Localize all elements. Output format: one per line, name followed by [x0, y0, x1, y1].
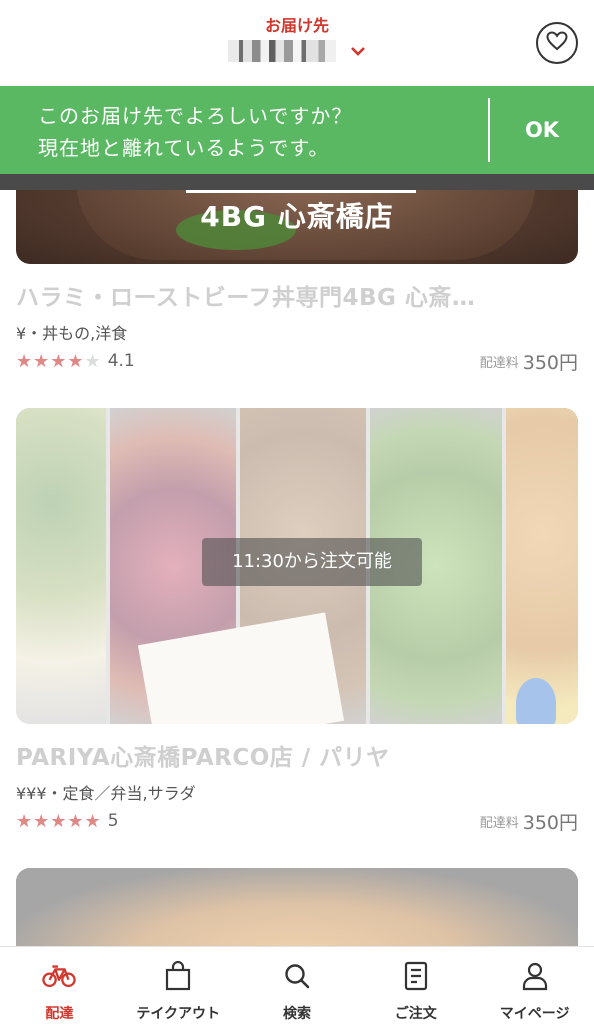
- delivery-fee: 配達料 350円: [479, 809, 578, 834]
- restaurant-category: ¥¥¥・定食／弁当,サラダ: [16, 784, 196, 803]
- address-redacted: [228, 40, 337, 62]
- banner-line-2: 現在地と離れているようです。: [38, 136, 330, 160]
- chevron-down-icon: [350, 42, 366, 61]
- restaurant-category: ¥・丼もの,洋食: [16, 324, 128, 343]
- delivery-fee-price: 350円: [522, 351, 578, 374]
- delivery-fee-label: 配達料: [479, 815, 519, 831]
- nav-search[interactable]: 検索: [238, 947, 357, 1024]
- restaurant-feed[interactable]: 4BG 心斎橋店 ハラミ・ローストビーフ丼専門4BG 心斎… ¥・丼もの,洋食 …: [0, 190, 594, 946]
- ok-button[interactable]: OK: [490, 86, 594, 174]
- rating: ★★★★★ 4.1: [16, 349, 135, 373]
- address-confirm-banner: このお届け先でよろしいですか？ 現在地と離れているようです。 OK: [0, 86, 594, 174]
- nav-delivery[interactable]: 配達: [0, 947, 119, 1024]
- search-icon: [280, 959, 314, 993]
- banner-line-1: このお届け先でよろしいですか？: [38, 104, 353, 128]
- restaurant-image[interactable]: [16, 868, 578, 946]
- bicycle-icon: [42, 959, 77, 993]
- banner-message: このお届け先でよろしいですか？ 現在地と離れているようです。: [38, 100, 352, 164]
- nav-takeout[interactable]: テイクアウト: [119, 947, 238, 1024]
- receipt-icon: [399, 959, 433, 993]
- banner-shadow: [0, 174, 594, 190]
- nav-label: テイクアウト: [136, 1006, 221, 1022]
- delivery-fee-price: 350円: [522, 811, 578, 834]
- nav-label: 配達: [45, 1006, 74, 1022]
- nav-mypage[interactable]: マイページ: [475, 947, 594, 1024]
- header: お届け先: [0, 0, 594, 86]
- delivery-address-label: お届け先: [264, 16, 329, 35]
- restaurant-name[interactable]: PARIYA心斎橋PARCO店 / パリヤ: [16, 738, 576, 772]
- nav-orders[interactable]: ご注文: [356, 947, 475, 1024]
- favorites-button[interactable]: [536, 22, 578, 64]
- restaurant-image[interactable]: 11:30から注文可能: [16, 408, 578, 724]
- bottom-navigation: 配達 テイクアウト 検索 ご注文 マイページ: [0, 946, 594, 1024]
- image-overlay: [16, 868, 578, 946]
- heart-icon: [546, 31, 568, 55]
- image-sign-text: 4BG 心斎橋店: [200, 200, 394, 233]
- restaurant-image[interactable]: 4BG 心斎橋店: [16, 190, 578, 264]
- order-available-badge: 11:30から注文可能: [202, 538, 422, 586]
- rating-value: 5: [107, 811, 119, 831]
- star-rating-icon: ★★★★★: [16, 350, 102, 372]
- nav-label: 検索: [282, 1006, 311, 1022]
- delivery-fee: 配達料 350円: [479, 349, 578, 374]
- sign-line: [186, 190, 416, 193]
- delivery-address-selector[interactable]: [0, 40, 594, 66]
- restaurant-name[interactable]: ハラミ・ローストビーフ丼専門4BG 心斎…: [16, 278, 576, 312]
- star-rating-icon: ★★★★★: [16, 810, 102, 832]
- nav-label: マイページ: [499, 1006, 570, 1022]
- nav-label: ご注文: [394, 1006, 437, 1022]
- user-icon: [518, 959, 552, 993]
- rating-value: 4.1: [107, 351, 135, 371]
- rating: ★★★★★ 5: [16, 809, 119, 833]
- shopping-bag-icon: [161, 959, 195, 993]
- delivery-fee-label: 配達料: [479, 355, 519, 371]
